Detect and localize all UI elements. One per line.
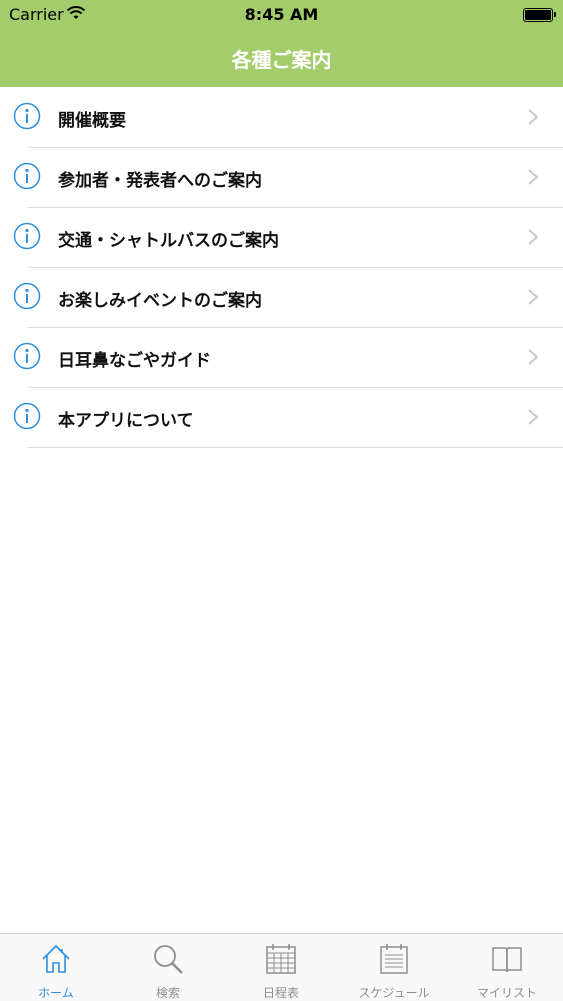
tab-search[interactable]: 検索 [112, 934, 224, 1001]
info-icon [13, 102, 41, 130]
tab-home[interactable]: ホーム [0, 934, 112, 1001]
chevron-right-icon [528, 289, 539, 305]
navigation-bar: 各種ご案内 [0, 30, 563, 87]
tab-label: 検索 [155, 986, 180, 1000]
info-icon [13, 282, 41, 310]
chevron-right-icon [528, 109, 539, 125]
calendar-icon [266, 944, 296, 974]
menu-list: 開催概要 参加者・発表者へのご案内 交通・シャトルバスのご案内 お楽しみイベント… [0, 88, 563, 448]
info-icon [13, 222, 41, 250]
tab-label: 日程表 [262, 986, 299, 1000]
tab-schedule[interactable]: スケジュール [338, 934, 450, 1001]
tab-timetable[interactable]: 日程表 [225, 934, 337, 1001]
tab-bar: ホーム 検索 日程表 スケジュール マイリスト [0, 933, 563, 1001]
list-item-events[interactable]: お楽しみイベントのご案内 [13, 268, 563, 328]
page-title: 各種ご案内 [231, 48, 332, 72]
list-item-overview[interactable]: 開催概要 [13, 88, 563, 148]
clock: 8:45 AM [244, 5, 319, 24]
chevron-right-icon [528, 229, 539, 245]
list-item-about-app[interactable]: 本アプリについて [13, 388, 563, 448]
schedule-icon [380, 944, 408, 974]
list-item-label: 開催概要 [58, 111, 126, 131]
info-icon [13, 342, 41, 370]
list-item-label: お楽しみイベントのご案内 [58, 291, 262, 311]
tab-label: スケジュール [358, 986, 430, 1000]
list-item-label: 交通・シャトルバスのご案内 [58, 231, 279, 251]
status-bar: Carrier 8:45 AM [0, 0, 563, 30]
list-item-label: 本アプリについて [58, 411, 194, 431]
search-icon [154, 945, 183, 974]
battery-icon [523, 8, 556, 22]
book-icon [492, 947, 522, 973]
info-icon [13, 402, 41, 430]
tab-mylist[interactable]: マイリスト [451, 934, 563, 1001]
list-item-transport[interactable]: 交通・シャトルバスのご案内 [13, 208, 563, 268]
chevron-right-icon [528, 409, 539, 425]
list-item-guide[interactable]: 日耳鼻なごやガイド [13, 328, 563, 388]
info-icon [13, 162, 41, 190]
list-item-label: 日耳鼻なごやガイド [58, 351, 211, 371]
home-icon [42, 944, 70, 973]
list-item-label: 参加者・発表者へのご案内 [58, 171, 262, 191]
chevron-right-icon [528, 169, 539, 185]
chevron-right-icon [528, 349, 539, 365]
tab-label: ホーム [38, 986, 74, 1000]
list-item-participants[interactable]: 参加者・発表者へのご案内 [13, 148, 563, 208]
tab-label: マイリスト [476, 986, 537, 1000]
